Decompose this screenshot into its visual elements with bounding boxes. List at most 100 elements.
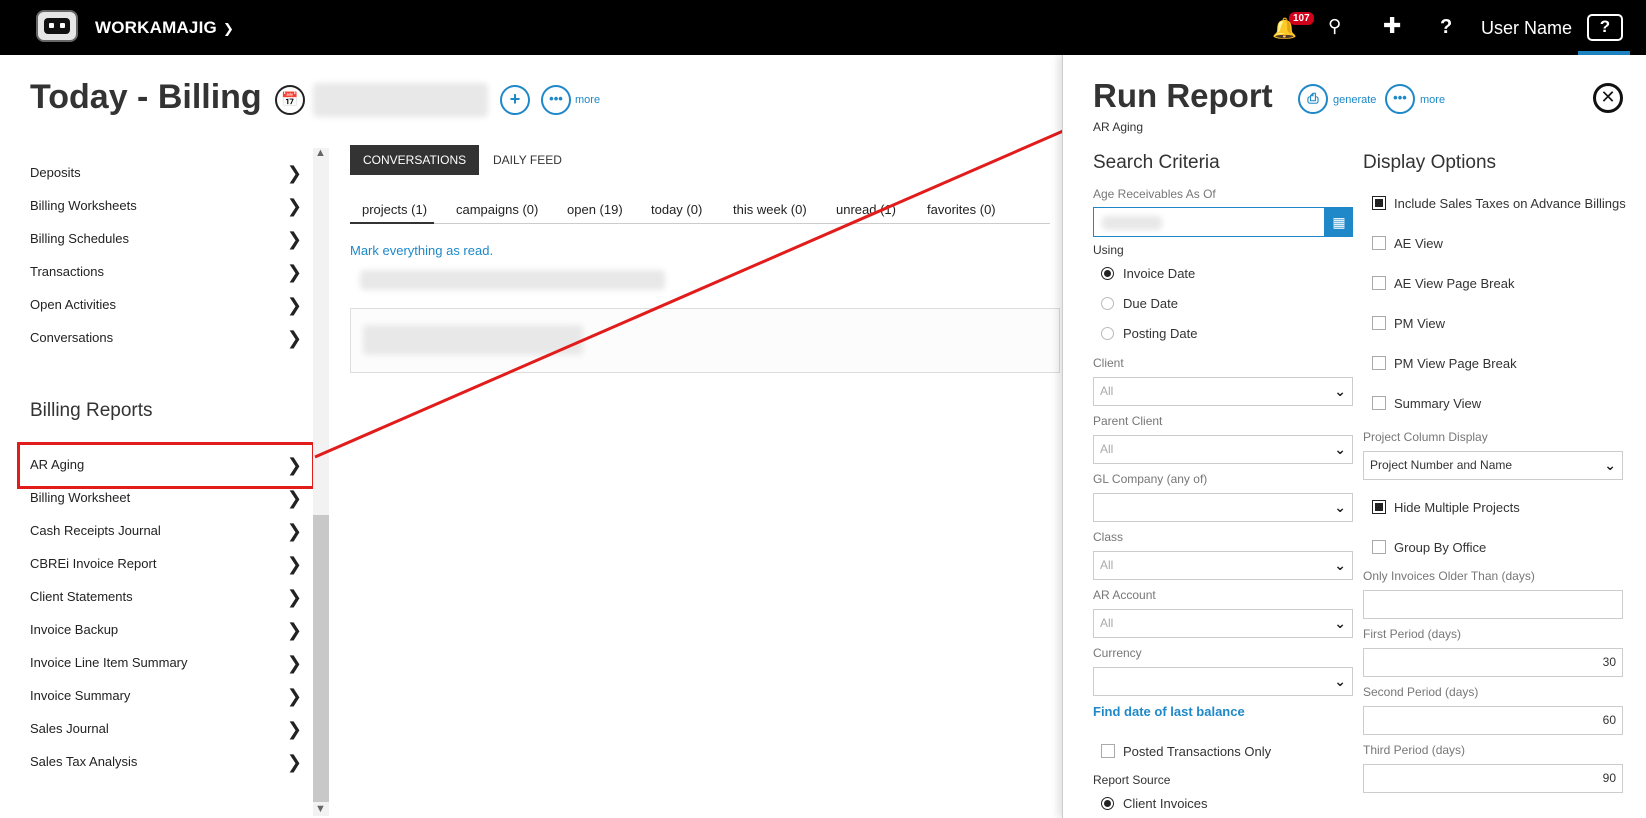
app-logo[interactable] <box>36 10 78 42</box>
user-name[interactable]: User Name <box>1481 18 1572 39</box>
add-icon[interactable]: ✚ <box>1383 13 1401 39</box>
sidebar-report-cbrei-invoice-report[interactable]: CBREi Invoice Report ❯ <box>30 549 302 579</box>
mark-all-read-link[interactable]: Mark everything as read. <box>350 243 493 258</box>
include-sales-taxes-label: Include Sales Taxes on Advance Billings <box>1394 196 1626 211</box>
filter-unread[interactable]: unread (1) <box>836 202 896 217</box>
sidebar-item-label: Billing Worksheet <box>30 490 131 505</box>
page-title: Today - Billing <box>30 78 262 116</box>
sidebar-item-open-activities[interactable]: Open Activities ❯ <box>30 290 302 320</box>
sidebar-report-cash-receipts-journal[interactable]: Cash Receipts Journal ❯ <box>30 516 302 546</box>
ae-view-page-break-label: AE View Page Break <box>1394 276 1515 291</box>
sidebar-item-conversations[interactable]: Conversations ❯ <box>30 323 302 353</box>
parent-client-label: Parent Client <box>1093 414 1163 428</box>
hide-multiple-checkbox[interactable] <box>1372 500 1386 514</box>
filter-today[interactable]: today (0) <box>651 202 702 217</box>
ae-view-page-break-checkbox[interactable] <box>1372 276 1386 290</box>
filter-this-week[interactable]: this week (0) <box>733 202 807 217</box>
client-select[interactable]: All ⌄ <box>1093 377 1353 406</box>
help-icon[interactable]: ? <box>1440 16 1452 39</box>
more-link[interactable]: more <box>575 94 600 106</box>
annotation-arrow-line <box>314 126 1071 459</box>
first-period-input[interactable]: 30 <box>1363 648 1623 677</box>
radio-client-invoices[interactable] <box>1101 797 1114 810</box>
chevron-down-icon: ⌄ <box>1334 615 1346 631</box>
chevron-right-icon: ❯ <box>286 752 302 772</box>
calendar-icon: 📅 <box>281 91 299 107</box>
sidebar-scroll-thumb[interactable] <box>313 515 329 802</box>
filter-open[interactable]: open (19) <box>567 202 623 217</box>
sidebar-report-sales-journal[interactable]: Sales Journal ❯ <box>30 714 302 744</box>
filter-projects[interactable]: projects (1) <box>362 202 427 217</box>
sidebar-item-label: Conversations <box>30 330 114 345</box>
ar-account-select[interactable]: All ⌄ <box>1093 609 1353 638</box>
radio-client-invoices-label: Client Invoices <box>1123 796 1208 811</box>
project-column-select[interactable]: Project Number and Name ⌄ <box>1363 451 1623 480</box>
calendar-icon: ▦ <box>1332 214 1346 230</box>
class-label: Class <box>1093 530 1124 544</box>
third-period-label: Third Period (days) <box>1363 743 1466 757</box>
age-receivables-label: Age Receivables As Of <box>1093 187 1216 201</box>
third-period-input[interactable]: 90 <box>1363 764 1623 793</box>
generate-button[interactable]: ⎙ <box>1298 84 1328 114</box>
search-icon[interactable]: ⚲ <box>1328 16 1341 37</box>
feed-item[interactable] <box>350 308 1060 373</box>
find-last-balance-link[interactable]: Find date of last balance <box>1093 704 1245 719</box>
second-period-label: Second Period (days) <box>1363 685 1479 699</box>
sidebar-item-billing-schedules[interactable]: Billing Schedules ❯ <box>30 224 302 254</box>
pm-view-page-break-checkbox[interactable] <box>1372 356 1386 370</box>
filter-divider <box>350 223 1050 224</box>
sidebar-report-invoice-summary[interactable]: Invoice Summary ❯ <box>30 681 302 711</box>
older-than-label: Only Invoices Older Than (days) <box>1363 569 1535 583</box>
sidebar-report-invoice-line-item-summary[interactable]: Invoice Line Item Summary ❯ <box>30 648 302 678</box>
radio-due-date[interactable] <box>1101 297 1114 310</box>
scroll-up-icon[interactable]: ▲ <box>315 147 326 159</box>
sidebar-item-billing-worksheets[interactable]: Billing Worksheets ❯ <box>30 191 302 221</box>
tab-daily-feed[interactable]: DAILY FEED <box>480 145 575 175</box>
include-sales-taxes-checkbox[interactable] <box>1372 196 1386 210</box>
using-label: Using <box>1093 243 1124 257</box>
ar-aging-highlight <box>17 442 315 489</box>
radio-posting-date[interactable] <box>1101 327 1114 340</box>
pm-view-checkbox[interactable] <box>1372 316 1386 330</box>
radio-posting-date-label: Posting Date <box>1123 326 1198 341</box>
scroll-down-icon[interactable]: ▼ <box>315 803 326 815</box>
sidebar-item-label: Billing Schedules <box>30 231 130 246</box>
filter-favorites[interactable]: favorites (0) <box>927 202 996 217</box>
sidebar-item-transactions[interactable]: Transactions ❯ <box>30 257 302 287</box>
group-by-office-checkbox[interactable] <box>1372 540 1386 554</box>
sidebar-item-deposits[interactable]: Deposits ❯ <box>30 158 302 188</box>
gl-company-select[interactable]: ⌄ <box>1093 493 1353 522</box>
panel-more-button[interactable]: ••• <box>1385 84 1415 114</box>
sidebar-item-label: Deposits <box>30 165 81 180</box>
currency-select[interactable]: ⌄ <box>1093 667 1353 696</box>
older-than-input[interactable] <box>1363 590 1623 619</box>
summary-view-label: Summary View <box>1394 396 1482 411</box>
chevron-right-icon: ❯ <box>286 686 302 706</box>
more-button[interactable]: ••• <box>541 85 571 115</box>
panel-more-link[interactable]: more <box>1420 94 1445 106</box>
class-select[interactable]: All ⌄ <box>1093 551 1353 580</box>
sidebar-report-client-statements[interactable]: Client Statements ❯ <box>30 582 302 612</box>
brand-menu[interactable]: WORKAMAJIG ❯ <box>95 18 234 38</box>
radio-invoice-date[interactable] <box>1101 267 1114 280</box>
panel-subtitle: AR Aging <box>1093 120 1144 134</box>
add-button[interactable]: + <box>500 85 530 115</box>
sidebar-report-sales-tax-analysis[interactable]: Sales Tax Analysis ❯ <box>30 747 302 777</box>
age-receivables-input[interactable] <box>1093 207 1325 237</box>
calendar-button[interactable]: 📅 <box>275 85 305 115</box>
date-range-display[interactable] <box>313 83 488 117</box>
close-panel-button[interactable]: ✕ <box>1593 83 1623 113</box>
filter-campaigns[interactable]: campaigns (0) <box>456 202 538 217</box>
help-box-button[interactable]: ? <box>1587 14 1623 41</box>
tab-conversations[interactable]: CONVERSATIONS <box>350 145 480 175</box>
sidebar-report-invoice-backup[interactable]: Invoice Backup ❯ <box>30 615 302 645</box>
ae-view-checkbox[interactable] <box>1372 236 1386 250</box>
second-period-input[interactable]: 60 <box>1363 706 1623 735</box>
posted-only-checkbox[interactable] <box>1101 744 1115 758</box>
generate-link[interactable]: generate <box>1333 94 1376 106</box>
chevron-down-icon: ⌄ <box>1334 441 1346 457</box>
client-label: Client <box>1093 356 1124 370</box>
summary-view-checkbox[interactable] <box>1372 396 1386 410</box>
calendar-picker-button[interactable]: ▦ <box>1325 207 1353 237</box>
parent-client-select[interactable]: All ⌄ <box>1093 435 1353 464</box>
